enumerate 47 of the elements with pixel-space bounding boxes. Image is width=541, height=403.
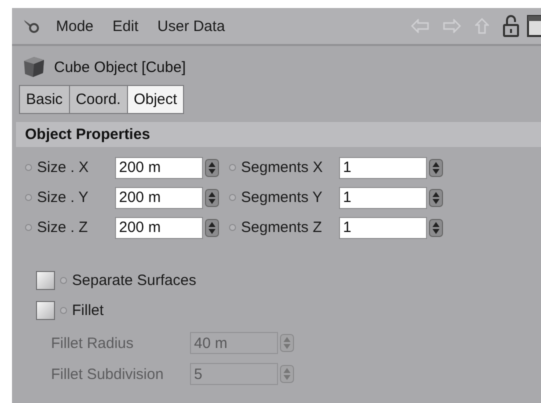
- number-field[interactable]: 1: [339, 156, 427, 178]
- animation-dot-icon[interactable]: [60, 277, 67, 284]
- parameter-label: Size . Z: [37, 219, 89, 236]
- spinner-icon[interactable]: [429, 188, 443, 206]
- animation-dot-icon[interactable]: [229, 164, 236, 171]
- menu-item[interactable]: User Data: [157, 18, 225, 34]
- parameter-label: Size . Y: [37, 189, 90, 206]
- checkbox[interactable]: [36, 301, 55, 320]
- spinner-icon[interactable]: [429, 158, 443, 176]
- section-title: Object Properties: [25, 126, 150, 143]
- parameter-label: Fillet Radius: [51, 334, 135, 352]
- tab[interactable]: Basic: [19, 85, 70, 114]
- number-field[interactable]: 200 m: [115, 156, 203, 178]
- right-arrow-icon[interactable]: [443, 19, 461, 33]
- number-field[interactable]: 1: [339, 186, 427, 208]
- animation-dot-icon[interactable]: [229, 224, 236, 231]
- animation-dot-icon[interactable]: [25, 164, 32, 171]
- animation-dot-icon[interactable]: [60, 307, 67, 314]
- spinner-icon[interactable]: [205, 158, 219, 176]
- window-icon[interactable]: [527, 15, 541, 37]
- parameter-label: Size . X: [37, 159, 90, 176]
- number-field[interactable]: 1: [339, 216, 427, 238]
- option-label: Separate Surfaces: [72, 272, 196, 289]
- parameter-label: Segments Z: [241, 219, 323, 236]
- parameter-label: Fillet Subdivision: [51, 366, 165, 382]
- menu-item[interactable]: Mode: [56, 18, 94, 34]
- spinner-icon[interactable]: [429, 218, 443, 236]
- pin-icon[interactable]: [22, 18, 42, 34]
- spinner-icon[interactable]: [205, 188, 219, 206]
- number-field[interactable]: 200 m: [115, 186, 203, 208]
- menu-item[interactable]: Edit: [112, 18, 138, 34]
- number-field[interactable]: 200 m: [115, 216, 203, 238]
- animation-dot-icon[interactable]: [229, 194, 236, 201]
- animation-dot-icon[interactable]: [25, 194, 32, 201]
- spinner-icon[interactable]: [205, 218, 219, 236]
- object-title: Cube Object [Cube]: [54, 58, 186, 76]
- checkbox[interactable]: [36, 271, 55, 290]
- left-arrow-icon[interactable]: [411, 19, 429, 33]
- tab[interactable]: Coord.: [68, 85, 128, 114]
- animation-dot-icon[interactable]: [25, 224, 32, 231]
- option-label: Fillet: [72, 302, 104, 319]
- lock-icon[interactable]: [503, 15, 519, 37]
- cube-icon: [22, 55, 46, 79]
- tab[interactable]: Object: [126, 85, 184, 114]
- up-arrow-icon[interactable]: [475, 18, 489, 34]
- parameter-label: Segments X: [241, 159, 324, 176]
- parameter-label: Segments Y: [241, 189, 324, 206]
